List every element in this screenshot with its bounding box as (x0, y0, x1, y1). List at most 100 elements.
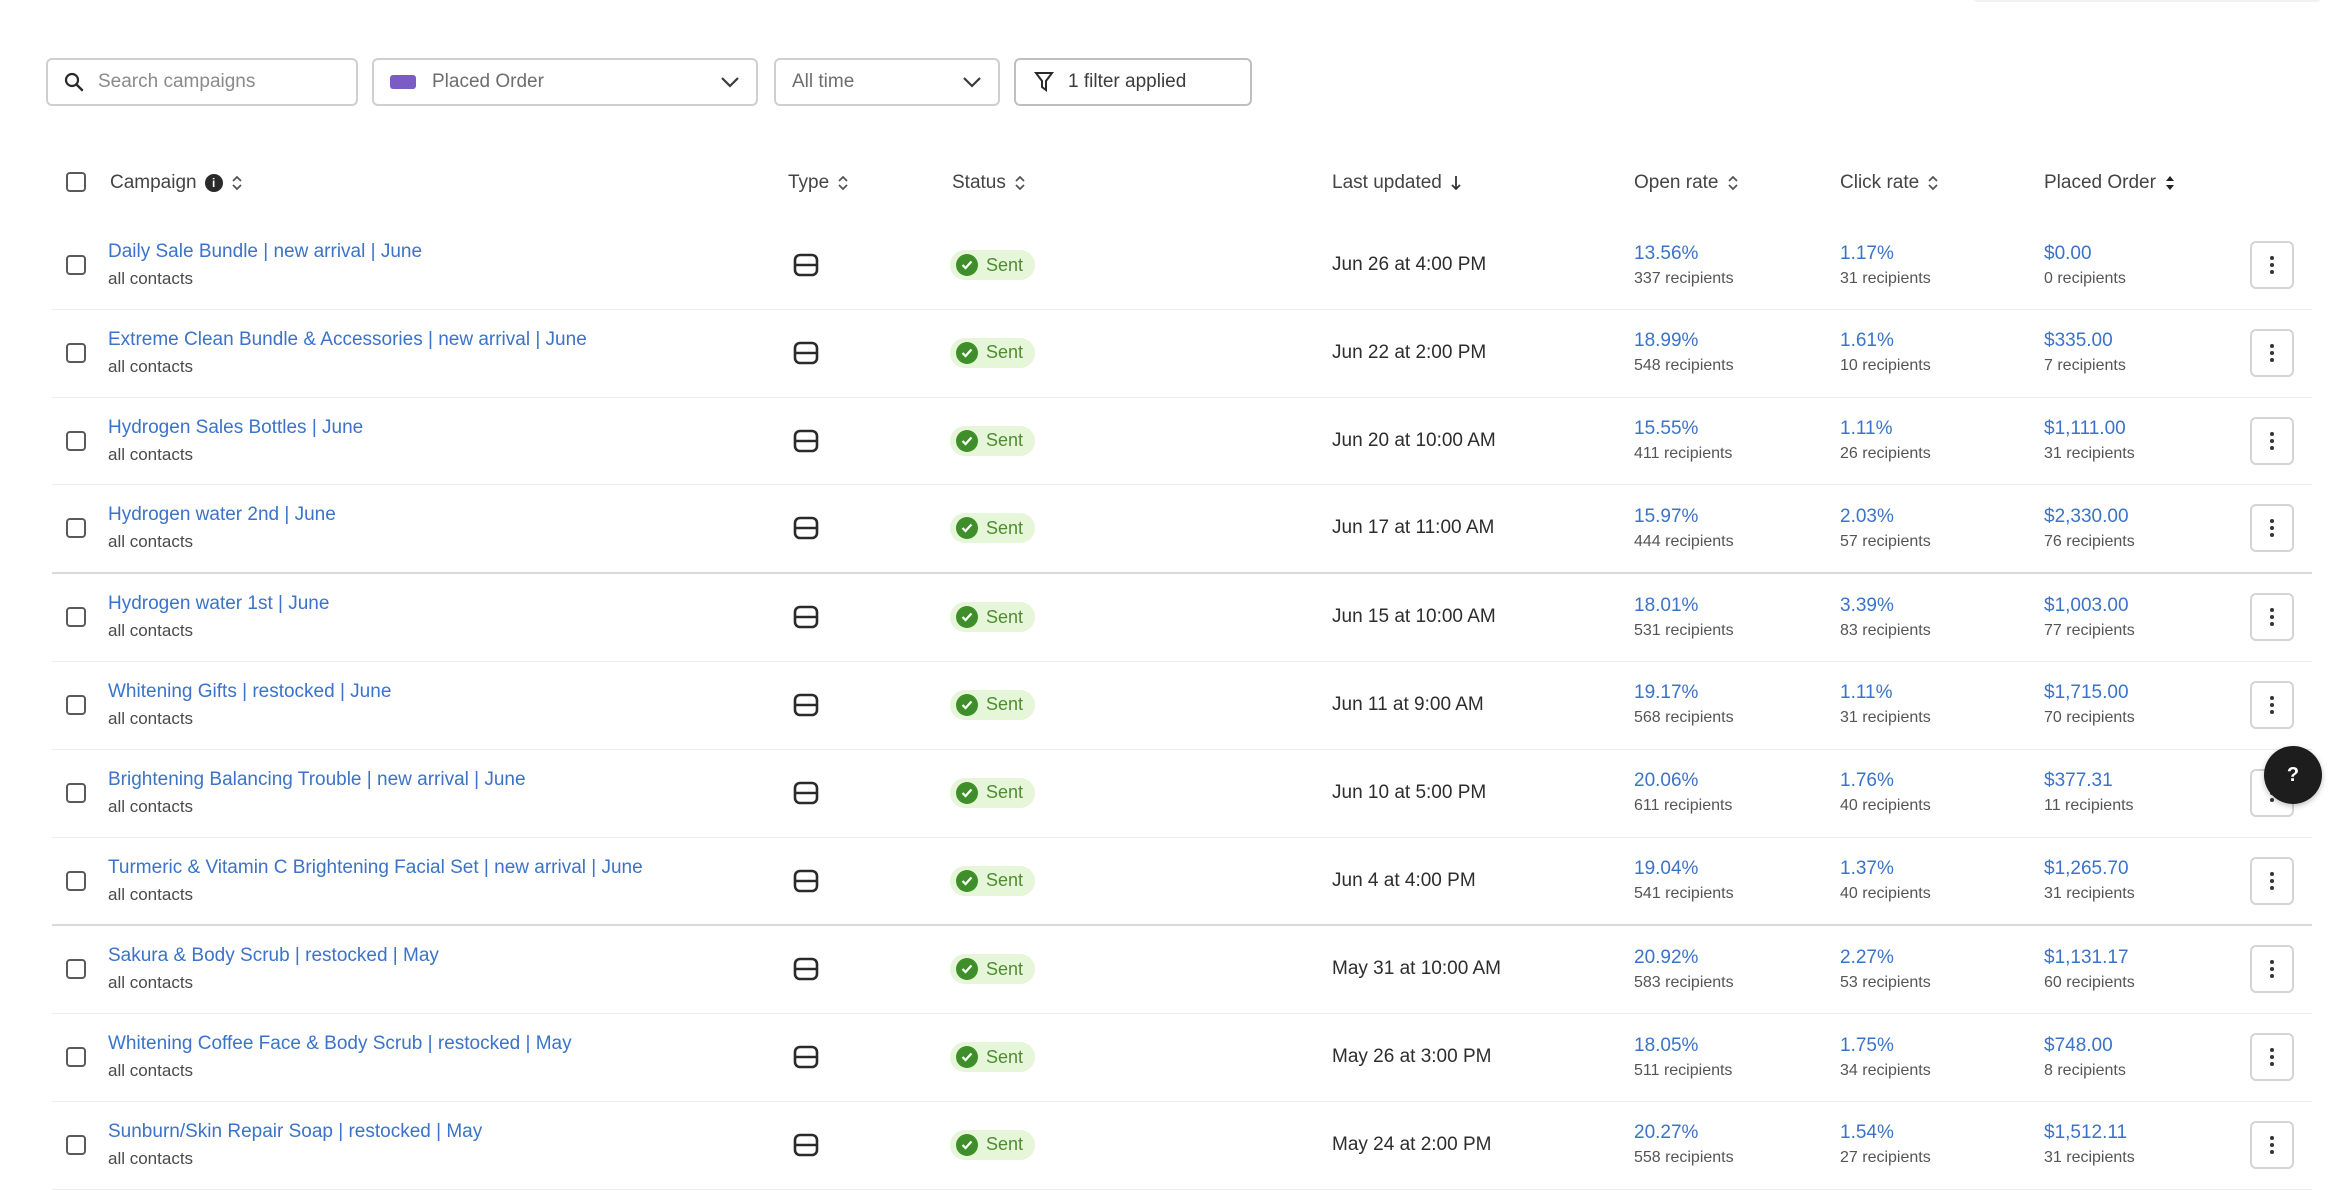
click-rate-value[interactable]: 1.75% (1840, 1035, 1931, 1057)
open-rate-value[interactable]: 19.17% (1634, 682, 1734, 704)
placed-order-value[interactable]: $1,111.00 (2044, 418, 2135, 440)
campaign-name-link[interactable]: Daily Sale Bundle | new arrival | June (108, 241, 788, 263)
campaign-name-link[interactable]: Brightening Balancing Trouble | new arri… (108, 769, 788, 791)
row-checkbox[interactable] (66, 430, 86, 451)
placed-order-value[interactable]: $1,265.70 (2044, 858, 2135, 880)
row-menu-button[interactable] (2250, 856, 2294, 905)
row-checkbox[interactable] (66, 1047, 86, 1068)
header-cell-last-updated[interactable]: Last updated (1332, 172, 1462, 194)
placed-order-value[interactable]: $1,512.11 (2044, 1122, 2135, 1144)
placed-order-value[interactable]: $1,131.17 (2044, 947, 2135, 969)
select-all-checkbox[interactable] (66, 172, 86, 192)
campaign-name-link[interactable]: Turmeric & Vitamin C Brightening Facial … (108, 857, 788, 879)
sort-icon[interactable] (1727, 174, 1739, 192)
row-checkbox[interactable] (66, 342, 86, 363)
sort-desc-icon[interactable] (1450, 174, 1462, 192)
click-rate-value[interactable]: 1.76% (1840, 770, 1931, 792)
table-row[interactable]: Sakura & Body Scrub | restocked | May al… (52, 926, 2312, 1015)
sort-icon[interactable] (1014, 174, 1026, 192)
table-row[interactable]: Daily Sale Bundle | new arrival | June a… (52, 222, 2312, 310)
header-cell-type[interactable]: Type (788, 172, 849, 194)
open-rate-value[interactable]: 13.56% (1634, 243, 1734, 265)
row-checkbox[interactable] (66, 518, 86, 539)
row-menu-button[interactable] (2250, 241, 2294, 289)
header-cell-campaign[interactable]: Campaign i (110, 172, 243, 194)
campaign-name-link[interactable]: Hydrogen water 1st | June (108, 593, 788, 615)
row-menu-button[interactable] (2250, 593, 2294, 642)
row-checkbox[interactable] (66, 255, 86, 275)
open-rate-value[interactable]: 19.04% (1634, 858, 1734, 880)
table-row[interactable]: Turmeric & Vitamin C Brightening Facial … (52, 838, 2312, 927)
table-row[interactable]: Sunburn/Skin Repair Soap | restocked | M… (52, 1102, 2312, 1190)
row-menu-button[interactable] (2250, 416, 2294, 465)
row-menu-button[interactable] (2250, 680, 2294, 729)
table-row[interactable]: Whitening Coffee Face & Body Scrub | res… (52, 1014, 2312, 1102)
header-cell-placed-order[interactable]: Placed Order (2044, 172, 2176, 194)
search-input[interactable] (96, 70, 340, 94)
table-row[interactable]: Brightening Balancing Trouble | new arri… (52, 750, 2312, 838)
search-box[interactable] (46, 58, 358, 106)
placed-order-value[interactable]: $748.00 (2044, 1035, 2126, 1057)
row-menu-button[interactable] (2250, 1120, 2294, 1169)
click-rate-value[interactable]: 3.39% (1840, 595, 1931, 617)
campaign-cell: Whitening Gifts | restocked | June all c… (108, 662, 788, 748)
campaign-name-link[interactable]: Whitening Gifts | restocked | June (108, 681, 788, 703)
row-checkbox[interactable] (66, 1134, 86, 1155)
click-rate-value[interactable]: 1.17% (1840, 243, 1931, 265)
row-checkbox[interactable] (66, 870, 86, 891)
click-rate-value[interactable]: 2.03% (1840, 506, 1931, 528)
placed-order-value[interactable]: $2,330.00 (2044, 506, 2135, 528)
placed-order-value[interactable]: $0.00 (2044, 243, 2126, 265)
row-menu-button[interactable] (2250, 945, 2294, 994)
open-rate-value[interactable]: 20.92% (1634, 947, 1734, 969)
header-cell-open-rate[interactable]: Open rate (1634, 172, 1739, 194)
header-cell-click-rate[interactable]: Click rate (1840, 172, 1939, 194)
campaign-name-link[interactable]: Whitening Coffee Face & Body Scrub | res… (108, 1033, 788, 1055)
table-row[interactable]: Hydrogen water 1st | June all contacts S… (52, 574, 2312, 662)
sort-active-icon[interactable] (2164, 174, 2176, 192)
table-row[interactable]: Hydrogen Sales Bottles | June all contac… (52, 398, 2312, 486)
open-rate-value[interactable]: 15.97% (1634, 506, 1734, 528)
click-rate-value[interactable]: 2.27% (1840, 947, 1931, 969)
click-rate-value[interactable]: 1.37% (1840, 858, 1931, 880)
filter-button[interactable]: 1 filter applied (1014, 58, 1252, 106)
open-rate-value[interactable]: 18.05% (1634, 1035, 1732, 1057)
campaign-name-link[interactable]: Sakura & Body Scrub | restocked | May (108, 945, 788, 967)
open-rate-value[interactable]: 15.55% (1634, 418, 1732, 440)
table-row[interactable]: Whitening Gifts | restocked | June all c… (52, 662, 2312, 750)
placed-order-value[interactable]: $335.00 (2044, 330, 2126, 352)
placed-order-value[interactable]: $1,003.00 (2044, 595, 2135, 617)
campaign-name-link[interactable]: Sunburn/Skin Repair Soap | restocked | M… (108, 1121, 788, 1143)
saved-view-select[interactable]: Placed Order (372, 58, 758, 106)
open-rate-value[interactable]: 18.99% (1634, 330, 1734, 352)
sort-icon[interactable] (837, 174, 849, 192)
placed-order-value[interactable]: $377.31 (2044, 770, 2134, 792)
date-range-select[interactable]: All time (774, 58, 1000, 106)
row-checkbox[interactable] (66, 782, 86, 803)
row-menu-button[interactable] (2250, 1033, 2294, 1082)
header-cell-status[interactable]: Status (952, 172, 1026, 194)
row-menu-button[interactable] (2250, 504, 2294, 553)
info-icon[interactable]: i (204, 174, 223, 192)
campaign-name-link[interactable]: Hydrogen Sales Bottles | June (108, 417, 788, 439)
open-rate-value[interactable]: 20.27% (1634, 1122, 1734, 1144)
sort-icon[interactable] (1927, 174, 1939, 192)
placed-order-value[interactable]: $1,715.00 (2044, 682, 2135, 704)
click-rate-value[interactable]: 1.61% (1840, 330, 1931, 352)
row-menu-button[interactable] (2250, 328, 2294, 377)
sort-icon[interactable] (231, 174, 243, 192)
click-rate-value[interactable]: 1.11% (1840, 682, 1931, 704)
campaign-name-link[interactable]: Hydrogen water 2nd | June (108, 504, 788, 526)
table-row[interactable]: Extreme Clean Bundle & Accessories | new… (52, 310, 2312, 398)
row-checkbox[interactable] (66, 959, 86, 980)
click-rate-value[interactable]: 1.54% (1840, 1122, 1931, 1144)
help-button[interactable]: ? (2264, 746, 2322, 804)
campaign-name-link[interactable]: Extreme Clean Bundle & Accessories | new… (108, 329, 788, 351)
status-label: Sent (986, 870, 1024, 891)
open-rate-value[interactable]: 20.06% (1634, 770, 1732, 792)
row-checkbox[interactable] (66, 694, 86, 715)
click-rate-value[interactable]: 1.11% (1840, 418, 1931, 440)
table-row[interactable]: Hydrogen water 2nd | June all contacts S… (52, 485, 2312, 575)
row-checkbox[interactable] (66, 607, 86, 628)
open-rate-value[interactable]: 18.01% (1634, 595, 1734, 617)
